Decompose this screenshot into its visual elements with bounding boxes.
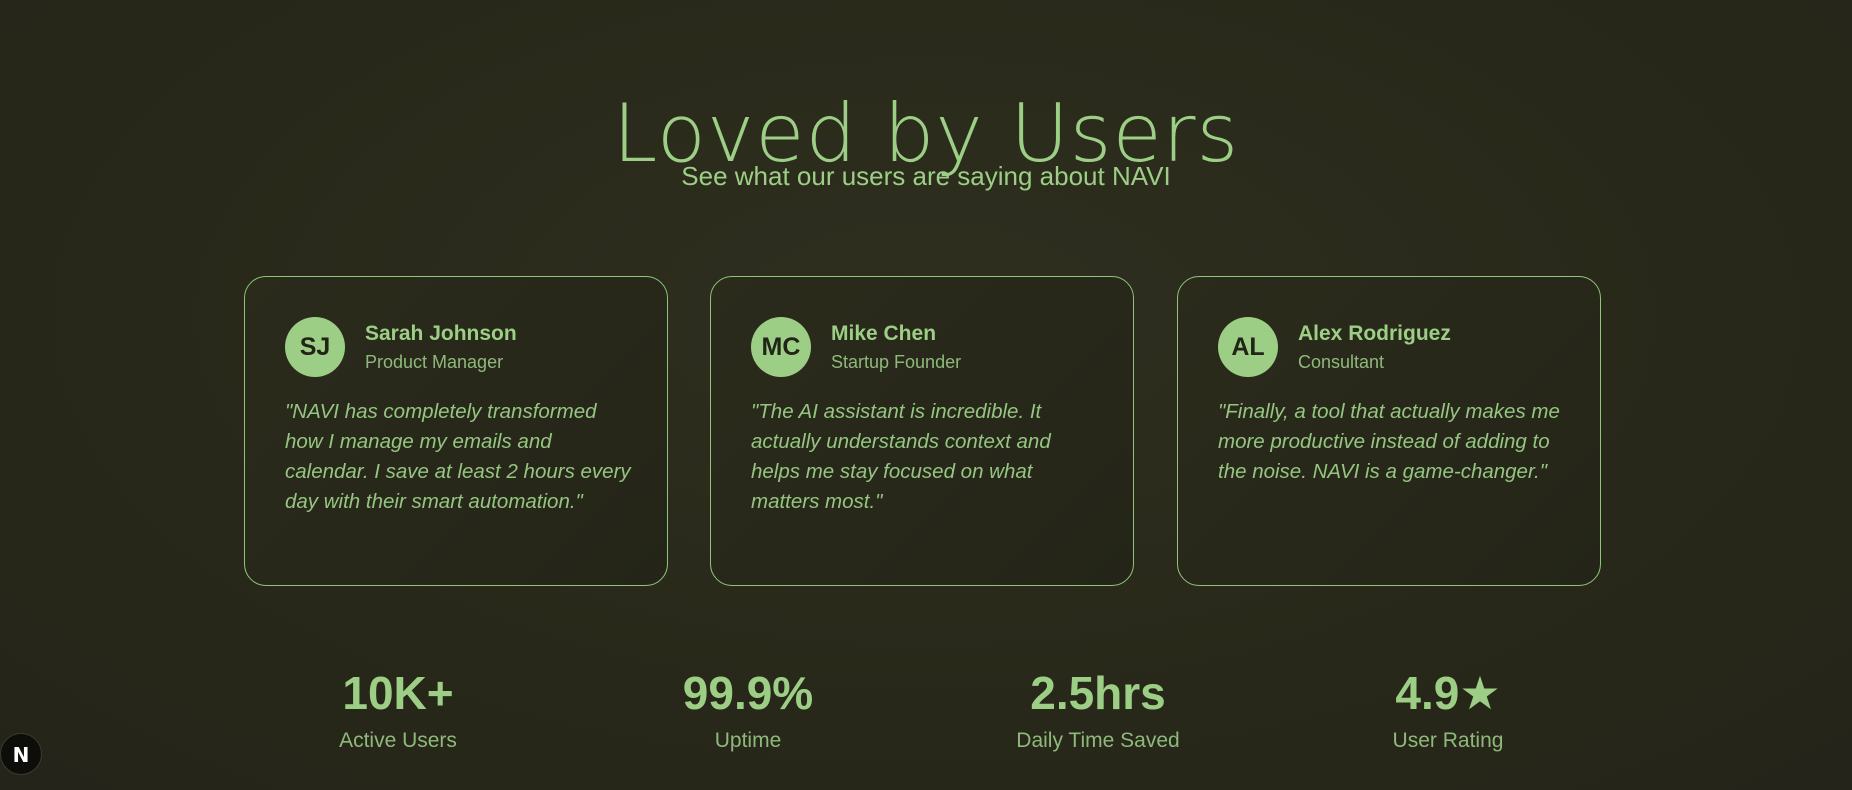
- stat-value: 10K+: [342, 667, 454, 719]
- stat-label: User Rating: [1392, 729, 1504, 752]
- stat-label: Uptime: [714, 729, 782, 752]
- testimonial-role: Product Manager: [365, 352, 504, 372]
- stat-active-users: 10K+ Active Users: [248, 660, 548, 756]
- nextjs-icon[interactable]: N: [0, 733, 42, 775]
- testimonial-cards: SJ Sarah Johnson Product Manager "NAVI h…: [244, 276, 1604, 588]
- testimonial-quote: "The AI assistant is incredible. It actu…: [751, 400, 1051, 513]
- page-subtitle: See what our users are saying about NAVI: [681, 161, 1171, 191]
- stat-daily-time-saved: 2.5hrs Daily Time Saved: [948, 660, 1248, 756]
- stats-row: 10K+ Active Users 99.9% Uptime 2.5hrs Da…: [0, 660, 1852, 760]
- testimonial-card: SJ Sarah Johnson Product Manager "NAVI h…: [244, 276, 668, 586]
- testimonial-role: Startup Founder: [831, 352, 962, 372]
- stat-label: Daily Time Saved: [1016, 729, 1180, 752]
- avatar: AL: [1218, 317, 1278, 377]
- testimonial-quote: "NAVI has completely transformed how I m…: [285, 400, 631, 513]
- testimonial-name: Sarah Johnson: [365, 322, 517, 345]
- testimonial-name: Alex Rodriguez: [1298, 322, 1451, 345]
- testimonial-card: MC Mike Chen Startup Founder "The AI ass…: [710, 276, 1134, 586]
- stat-uptime: 99.9% Uptime: [598, 660, 898, 756]
- testimonial-role: Consultant: [1298, 352, 1385, 372]
- stat-user-rating: 4.9★ User Rating: [1298, 660, 1598, 756]
- stat-label: Active Users: [339, 729, 457, 752]
- testimonial-name: Mike Chen: [831, 322, 937, 345]
- stat-value: 4.9★: [1395, 667, 1501, 719]
- stat-value: 99.9%: [682, 667, 814, 719]
- stat-value: 2.5hrs: [1030, 667, 1166, 719]
- avatar: SJ: [285, 317, 345, 377]
- avatar: MC: [751, 317, 811, 377]
- testimonial-card: AL Alex Rodriguez Consultant "Finally, a…: [1177, 276, 1601, 586]
- testimonial-quote: "Finally, a tool that actually makes me …: [1218, 400, 1560, 483]
